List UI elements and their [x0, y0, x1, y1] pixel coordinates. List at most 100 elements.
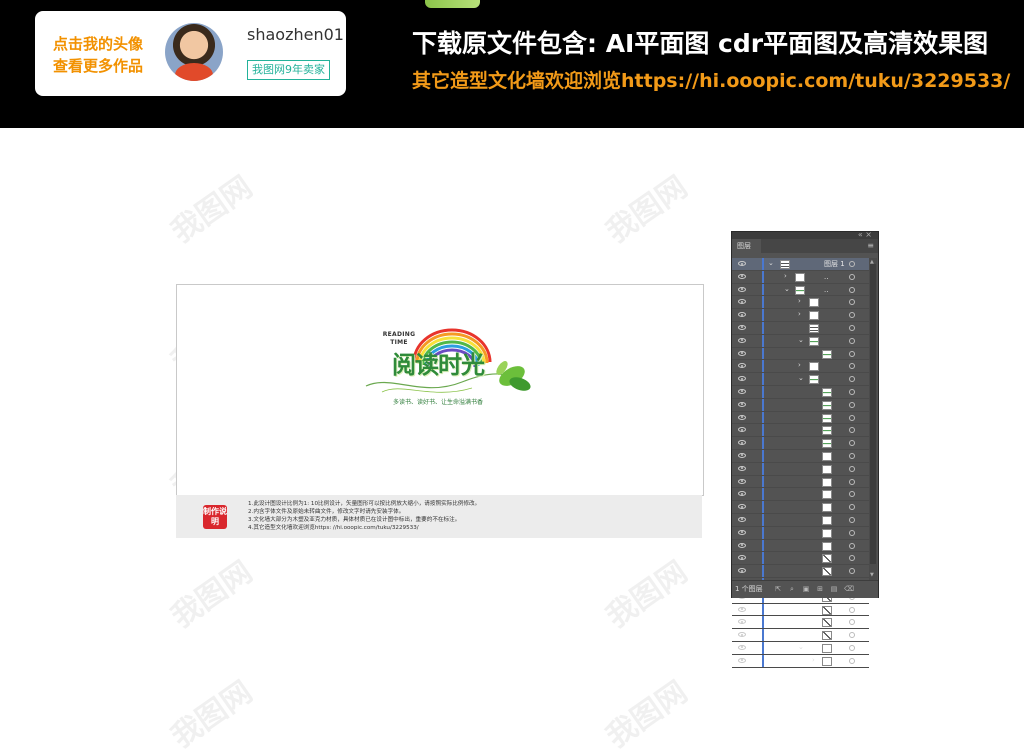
chevron-icon[interactable]: › — [798, 361, 801, 369]
layers-scrollbar[interactable] — [869, 258, 877, 580]
chevron-icon[interactable]: ⌄ — [798, 336, 804, 344]
layer-row[interactable] — [732, 424, 869, 438]
layer-row[interactable]: ⌄.. — [732, 283, 869, 297]
target-icon[interactable] — [849, 286, 855, 293]
menu-icon[interactable]: ≡ — [867, 241, 874, 250]
target-icon[interactable] — [849, 529, 855, 536]
target-icon[interactable] — [849, 324, 855, 331]
layer-row[interactable] — [732, 449, 869, 463]
eye-icon[interactable] — [738, 440, 746, 446]
eye-icon[interactable] — [738, 619, 746, 625]
target-icon[interactable] — [849, 261, 855, 267]
eye-icon[interactable] — [738, 427, 746, 433]
layer-row[interactable] — [732, 603, 869, 617]
target-icon[interactable] — [849, 606, 855, 613]
eye-icon[interactable] — [738, 388, 746, 394]
chevron-icon[interactable]: › — [798, 310, 801, 318]
eye-icon[interactable] — [738, 516, 746, 522]
eye-icon[interactable] — [738, 478, 746, 484]
tab-layers[interactable]: 图层 — [732, 239, 761, 253]
target-icon[interactable] — [849, 414, 855, 421]
target-icon[interactable] — [849, 568, 855, 575]
chevron-icon[interactable]: › — [812, 656, 815, 664]
eye-icon[interactable] — [738, 401, 746, 407]
layer-row[interactable] — [732, 629, 869, 642]
target-icon[interactable] — [849, 478, 855, 485]
eye-icon[interactable] — [738, 657, 746, 663]
layer-name[interactable]: .. — [824, 271, 828, 283]
target-icon[interactable] — [849, 632, 855, 639]
eye-icon[interactable] — [738, 555, 746, 561]
target-icon[interactable] — [849, 491, 855, 498]
eye-icon[interactable] — [738, 363, 746, 369]
eye-icon[interactable] — [738, 273, 746, 279]
eye-icon[interactable] — [738, 632, 746, 638]
eye-icon[interactable] — [738, 606, 746, 612]
layer-row[interactable] — [732, 398, 869, 412]
layer-row[interactable]: ⌄ — [732, 334, 869, 348]
target-icon[interactable] — [849, 504, 855, 511]
collapse-icon[interactable]: « × — [858, 230, 872, 239]
target-icon[interactable] — [849, 619, 855, 626]
author-avatar[interactable] — [165, 23, 223, 81]
chevron-icon[interactable]: ⌄ — [798, 643, 804, 651]
author-card[interactable]: 点击我的头像 查看更多作品 shaozhen01 我图网9年卖家 — [35, 11, 346, 96]
layer-row[interactable] — [732, 513, 869, 527]
layer-name[interactable]: 图层 1 — [824, 258, 845, 270]
target-icon[interactable] — [849, 516, 855, 523]
trash-icon[interactable]: ⌫ — [844, 585, 854, 593]
layer-row[interactable] — [732, 411, 869, 425]
target-icon[interactable] — [849, 440, 855, 447]
target-icon[interactable] — [849, 401, 855, 408]
new-layer-icon[interactable]: ▤ — [830, 585, 838, 593]
layer-row[interactable]: ⌄ — [732, 641, 869, 655]
scroll-down-icon[interactable]: ▼ — [870, 572, 874, 578]
layer-row[interactable] — [732, 488, 869, 502]
layer-row[interactable]: ⌄ — [732, 373, 869, 386]
eye-icon[interactable] — [738, 529, 746, 535]
target-icon[interactable] — [849, 388, 855, 395]
new-sublayer-icon[interactable]: ⊞ — [816, 585, 824, 593]
eye-icon[interactable] — [738, 452, 746, 458]
layer-row[interactable]: › — [732, 654, 869, 668]
target-icon[interactable] — [849, 452, 855, 459]
layer-row[interactable] — [732, 539, 869, 553]
target-icon[interactable] — [849, 312, 855, 319]
layer-row[interactable] — [732, 526, 869, 540]
chevron-icon[interactable]: ⌄ — [798, 374, 804, 382]
eye-icon[interactable] — [738, 542, 746, 548]
scroll-up-icon[interactable]: ▲ — [870, 259, 874, 265]
layer-row[interactable] — [732, 462, 869, 476]
eye-icon[interactable] — [738, 414, 746, 420]
panel-titlebar[interactable] — [732, 232, 878, 239]
chevron-icon[interactable]: › — [798, 297, 801, 305]
layer-name[interactable]: .. — [824, 284, 828, 296]
layer-row[interactable] — [732, 552, 869, 566]
target-icon[interactable] — [849, 350, 855, 357]
target-icon[interactable] — [849, 657, 855, 664]
layer-row[interactable]: › — [732, 360, 869, 374]
layer-row[interactable]: › — [732, 309, 869, 322]
target-icon[interactable] — [849, 337, 855, 344]
layer-row[interactable] — [732, 437, 869, 450]
eye-icon[interactable] — [738, 261, 746, 266]
layer-row[interactable] — [732, 347, 869, 361]
target-icon[interactable] — [849, 273, 855, 280]
target-icon[interactable] — [849, 427, 855, 434]
eye-icon[interactable] — [738, 568, 746, 574]
eye-icon[interactable] — [738, 312, 746, 318]
chevron-icon[interactable]: › — [784, 272, 787, 280]
target-icon[interactable] — [849, 644, 855, 651]
author-username[interactable]: shaozhen01 — [247, 25, 344, 44]
more-designs-link[interactable]: 其它造型文化墙欢迎浏览https://hi.ooopic.com/tuku/32… — [412, 66, 1010, 93]
layer-row[interactable] — [732, 616, 869, 630]
layer-row[interactable]: ›.. — [732, 270, 869, 284]
target-icon[interactable] — [849, 299, 855, 306]
layer-row[interactable] — [732, 321, 869, 335]
eye-icon[interactable] — [738, 465, 746, 471]
layer-row[interactable]: ⌄ 图层 1 — [732, 258, 869, 271]
eye-icon[interactable] — [738, 376, 746, 382]
layer-row[interactable] — [732, 501, 869, 514]
layer-row[interactable]: › — [732, 296, 869, 310]
layer-row[interactable] — [732, 565, 869, 578]
